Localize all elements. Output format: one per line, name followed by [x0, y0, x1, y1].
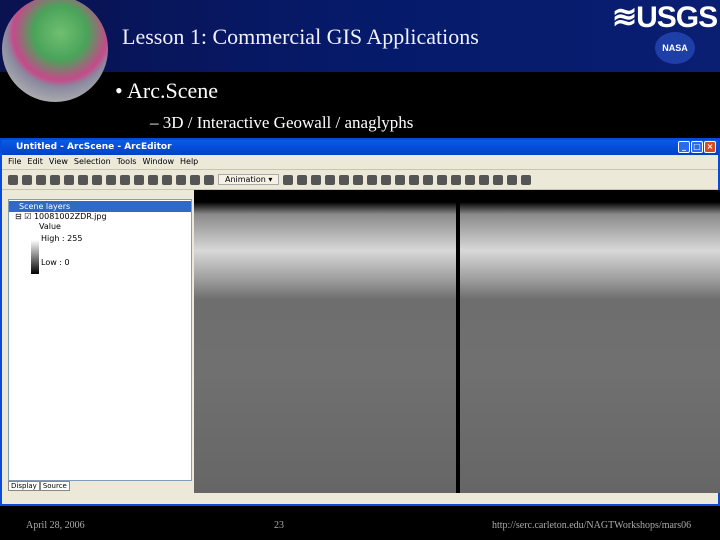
- table-of-contents-panel: Scene layers ⊟ ☑ 10081002ZDR.jpg Value H…: [6, 198, 192, 503]
- mars-globe-image: [2, 0, 108, 102]
- scene-view[interactable]: [194, 190, 720, 493]
- color-ramp: [31, 240, 39, 274]
- menu-help[interactable]: Help: [180, 157, 198, 167]
- select-icon[interactable]: [493, 174, 504, 185]
- slide-header: Lesson 1: Commercial GIS Applications ≋U…: [0, 0, 720, 102]
- footer-date: April 28, 2006: [26, 520, 85, 531]
- tab-source[interactable]: Source: [39, 481, 70, 491]
- extent-icon[interactable]: [437, 174, 448, 185]
- footer-url: http://serc.carleton.edu/NAGTWorkshops/m…: [492, 520, 692, 531]
- zoom-out-icon[interactable]: [367, 174, 378, 185]
- tab-display[interactable]: Display: [8, 481, 40, 491]
- layer-item[interactable]: ⊟ ☑ 10081002ZDR.jpg: [9, 212, 191, 222]
- select-features-icon[interactable]: [479, 174, 490, 185]
- menu-tools[interactable]: Tools: [117, 157, 137, 167]
- camera-icon[interactable]: [283, 174, 294, 185]
- delete-icon[interactable]: [106, 174, 116, 185]
- paste-icon[interactable]: [92, 174, 102, 185]
- menu-edit[interactable]: Edit: [27, 157, 43, 167]
- pan-icon[interactable]: [353, 174, 364, 185]
- close-button[interactable]: ×: [704, 141, 716, 153]
- animation-dropdown[interactable]: Animation ▾: [218, 174, 280, 185]
- globe-view-icon[interactable]: [465, 174, 476, 185]
- arcscene-window: Untitled - ArcScene - ArcEditor _ □ × Fi…: [0, 138, 720, 506]
- globe-icon[interactable]: [148, 174, 158, 185]
- add-data-icon[interactable]: [120, 174, 130, 185]
- sub-bullet: – 3D / Interactive Geowall / anaglyphs: [150, 113, 414, 132]
- record-icon[interactable]: [297, 174, 308, 185]
- full-extent-icon[interactable]: [423, 174, 434, 185]
- navigate-icon[interactable]: [311, 174, 322, 185]
- save-icon[interactable]: [36, 174, 46, 185]
- terrain-view-left: [194, 190, 456, 493]
- print-icon[interactable]: [50, 174, 60, 185]
- zoom-in-icon[interactable]: [339, 174, 350, 185]
- usgs-logo: ≋USGS: [612, 1, 718, 34]
- fly-icon[interactable]: [325, 174, 336, 185]
- toolbox-icon[interactable]: [176, 174, 186, 185]
- menu-view[interactable]: View: [49, 157, 68, 167]
- window-title: Untitled - ArcScene - ArcEditor: [16, 142, 172, 152]
- help-icon[interactable]: [204, 174, 214, 185]
- copy-icon[interactable]: [78, 174, 88, 185]
- maximize-button[interactable]: □: [691, 141, 703, 153]
- toc-tree: Scene layers ⊟ ☑ 10081002ZDR.jpg Value H…: [8, 199, 192, 481]
- nasa-logo: NASA: [655, 32, 695, 64]
- cut-icon[interactable]: [64, 174, 74, 185]
- find-icon[interactable]: [521, 174, 532, 185]
- set-observer-icon[interactable]: [409, 174, 420, 185]
- bullet: • Arc.Scene: [115, 78, 218, 103]
- menu-bar: File Edit View Selection Tools Window He…: [2, 155, 718, 170]
- open-icon[interactable]: [22, 174, 32, 185]
- rotate-icon[interactable]: [451, 174, 462, 185]
- window-icon[interactable]: [190, 174, 200, 185]
- target-icon[interactable]: [381, 174, 392, 185]
- menu-file[interactable]: File: [8, 157, 21, 167]
- zoom-to-target-icon[interactable]: [395, 174, 406, 185]
- toolbar: Animation ▾: [2, 170, 718, 190]
- slide-title: Lesson 1: Commercial GIS Applications: [122, 24, 479, 49]
- identify-icon[interactable]: [507, 174, 518, 185]
- menu-selection[interactable]: Selection: [74, 157, 111, 167]
- new-icon[interactable]: [8, 174, 18, 185]
- minimize-button[interactable]: _: [678, 141, 690, 153]
- menu-window[interactable]: Window: [142, 157, 174, 167]
- scene-layers-node[interactable]: Scene layers: [9, 201, 191, 212]
- title-bar: Untitled - ArcScene - ArcEditor _ □ ×: [2, 140, 718, 155]
- terrain-view-right: [460, 190, 720, 493]
- page-number: 23: [274, 520, 284, 531]
- toc-icon[interactable]: [134, 174, 144, 185]
- value-label: Value: [39, 222, 61, 231]
- zoom-icon[interactable]: [162, 174, 172, 185]
